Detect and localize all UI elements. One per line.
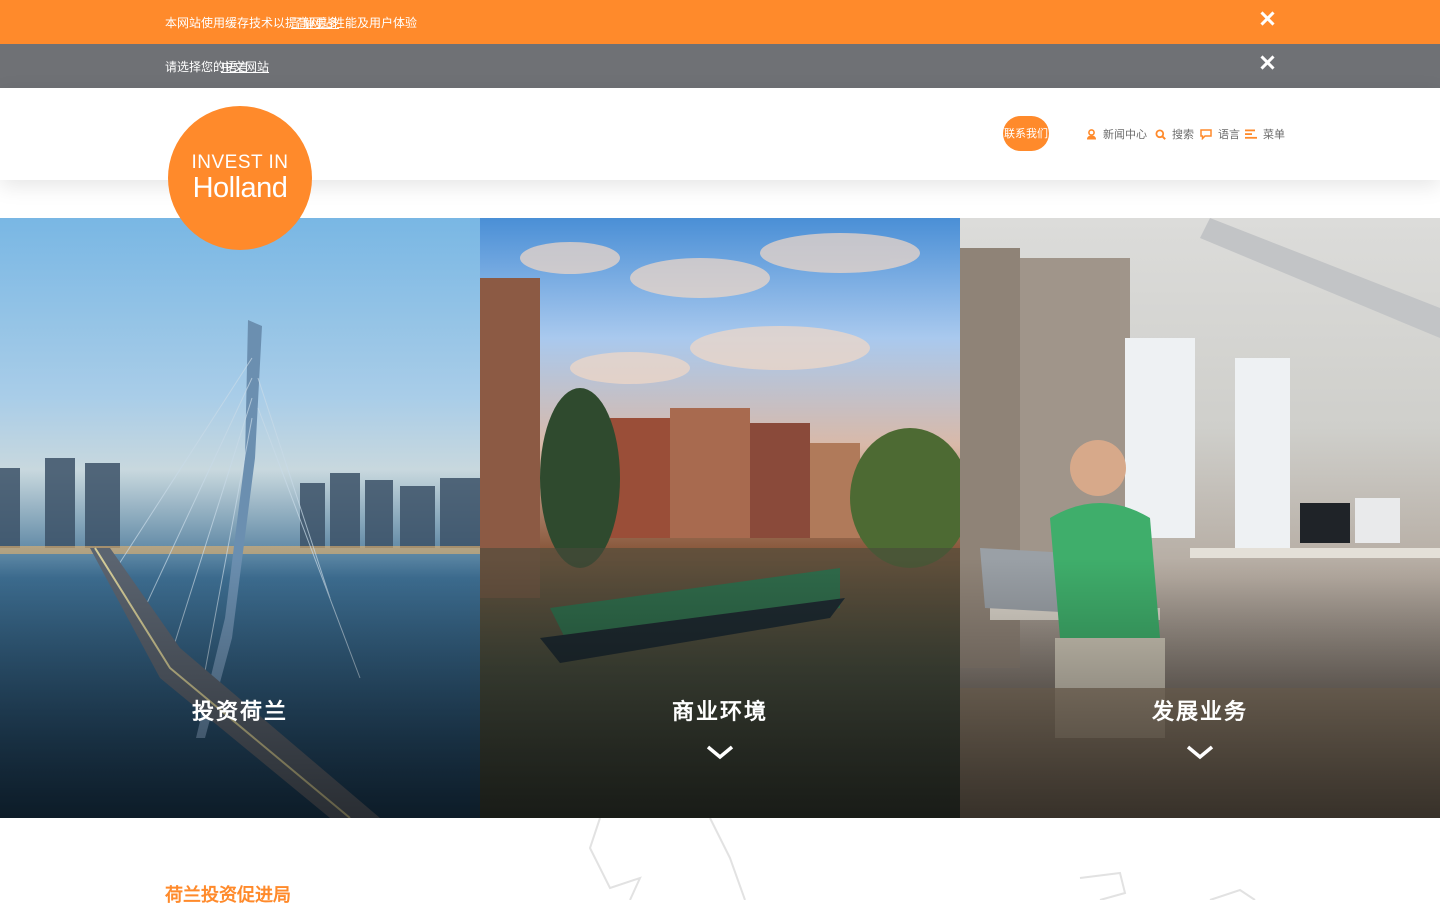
nav-item-label: 语言	[1218, 128, 1240, 141]
nav-item-menu[interactable]: 菜单	[1245, 126, 1285, 142]
panel-invest[interactable]: 投资荷兰	[0, 218, 480, 818]
contact-button[interactable]: 联系我们	[1003, 116, 1049, 151]
close-icon[interactable]	[1259, 52, 1277, 74]
chevron-down-icon[interactable]	[705, 742, 735, 762]
panel-title: 商业环境	[671, 700, 768, 725]
nav-item-label: 搜索	[1172, 128, 1194, 141]
nav-item-label: 菜单	[1263, 128, 1285, 141]
cookie-notice-bar: 本网站使用缓存技术以提高网站性能及用户体验 了解更多	[0, 0, 1440, 44]
nav-item-search[interactable]: 搜索	[1155, 126, 1194, 142]
panel-title: 投资荷兰	[191, 700, 288, 725]
language-switch-link[interactable]: 中文网站	[221, 58, 269, 75]
invest-in-holland-logo[interactable]: INVEST IN Holland	[168, 106, 312, 250]
cookie-learn-more-link[interactable]: 了解更多	[291, 14, 339, 31]
nav-item-language[interactable]: 语言	[1200, 126, 1240, 142]
panel-business-climate[interactable]: 商业环境	[480, 218, 960, 818]
panel-expand-business[interactable]: 发展业务	[960, 218, 1440, 818]
close-icon[interactable]	[1259, 8, 1277, 30]
logo-line1: INVEST IN	[191, 152, 289, 173]
section-title: 荷兰投资促进局	[165, 885, 291, 906]
language-notice-bar: 请选择您的语言 中文网站	[0, 44, 1440, 88]
panel-title: 发展业务	[1151, 700, 1248, 725]
search-icon	[1155, 129, 1166, 140]
person-icon	[1087, 128, 1096, 139]
menu-icon	[1245, 129, 1257, 139]
logo-line2: Holland	[192, 172, 288, 204]
chat-icon	[1200, 128, 1212, 140]
nav-item-label: 新闻中心	[1103, 128, 1147, 141]
chevron-down-icon[interactable]	[1185, 742, 1215, 762]
nav-item-news[interactable]: 新闻中心	[1086, 126, 1147, 142]
